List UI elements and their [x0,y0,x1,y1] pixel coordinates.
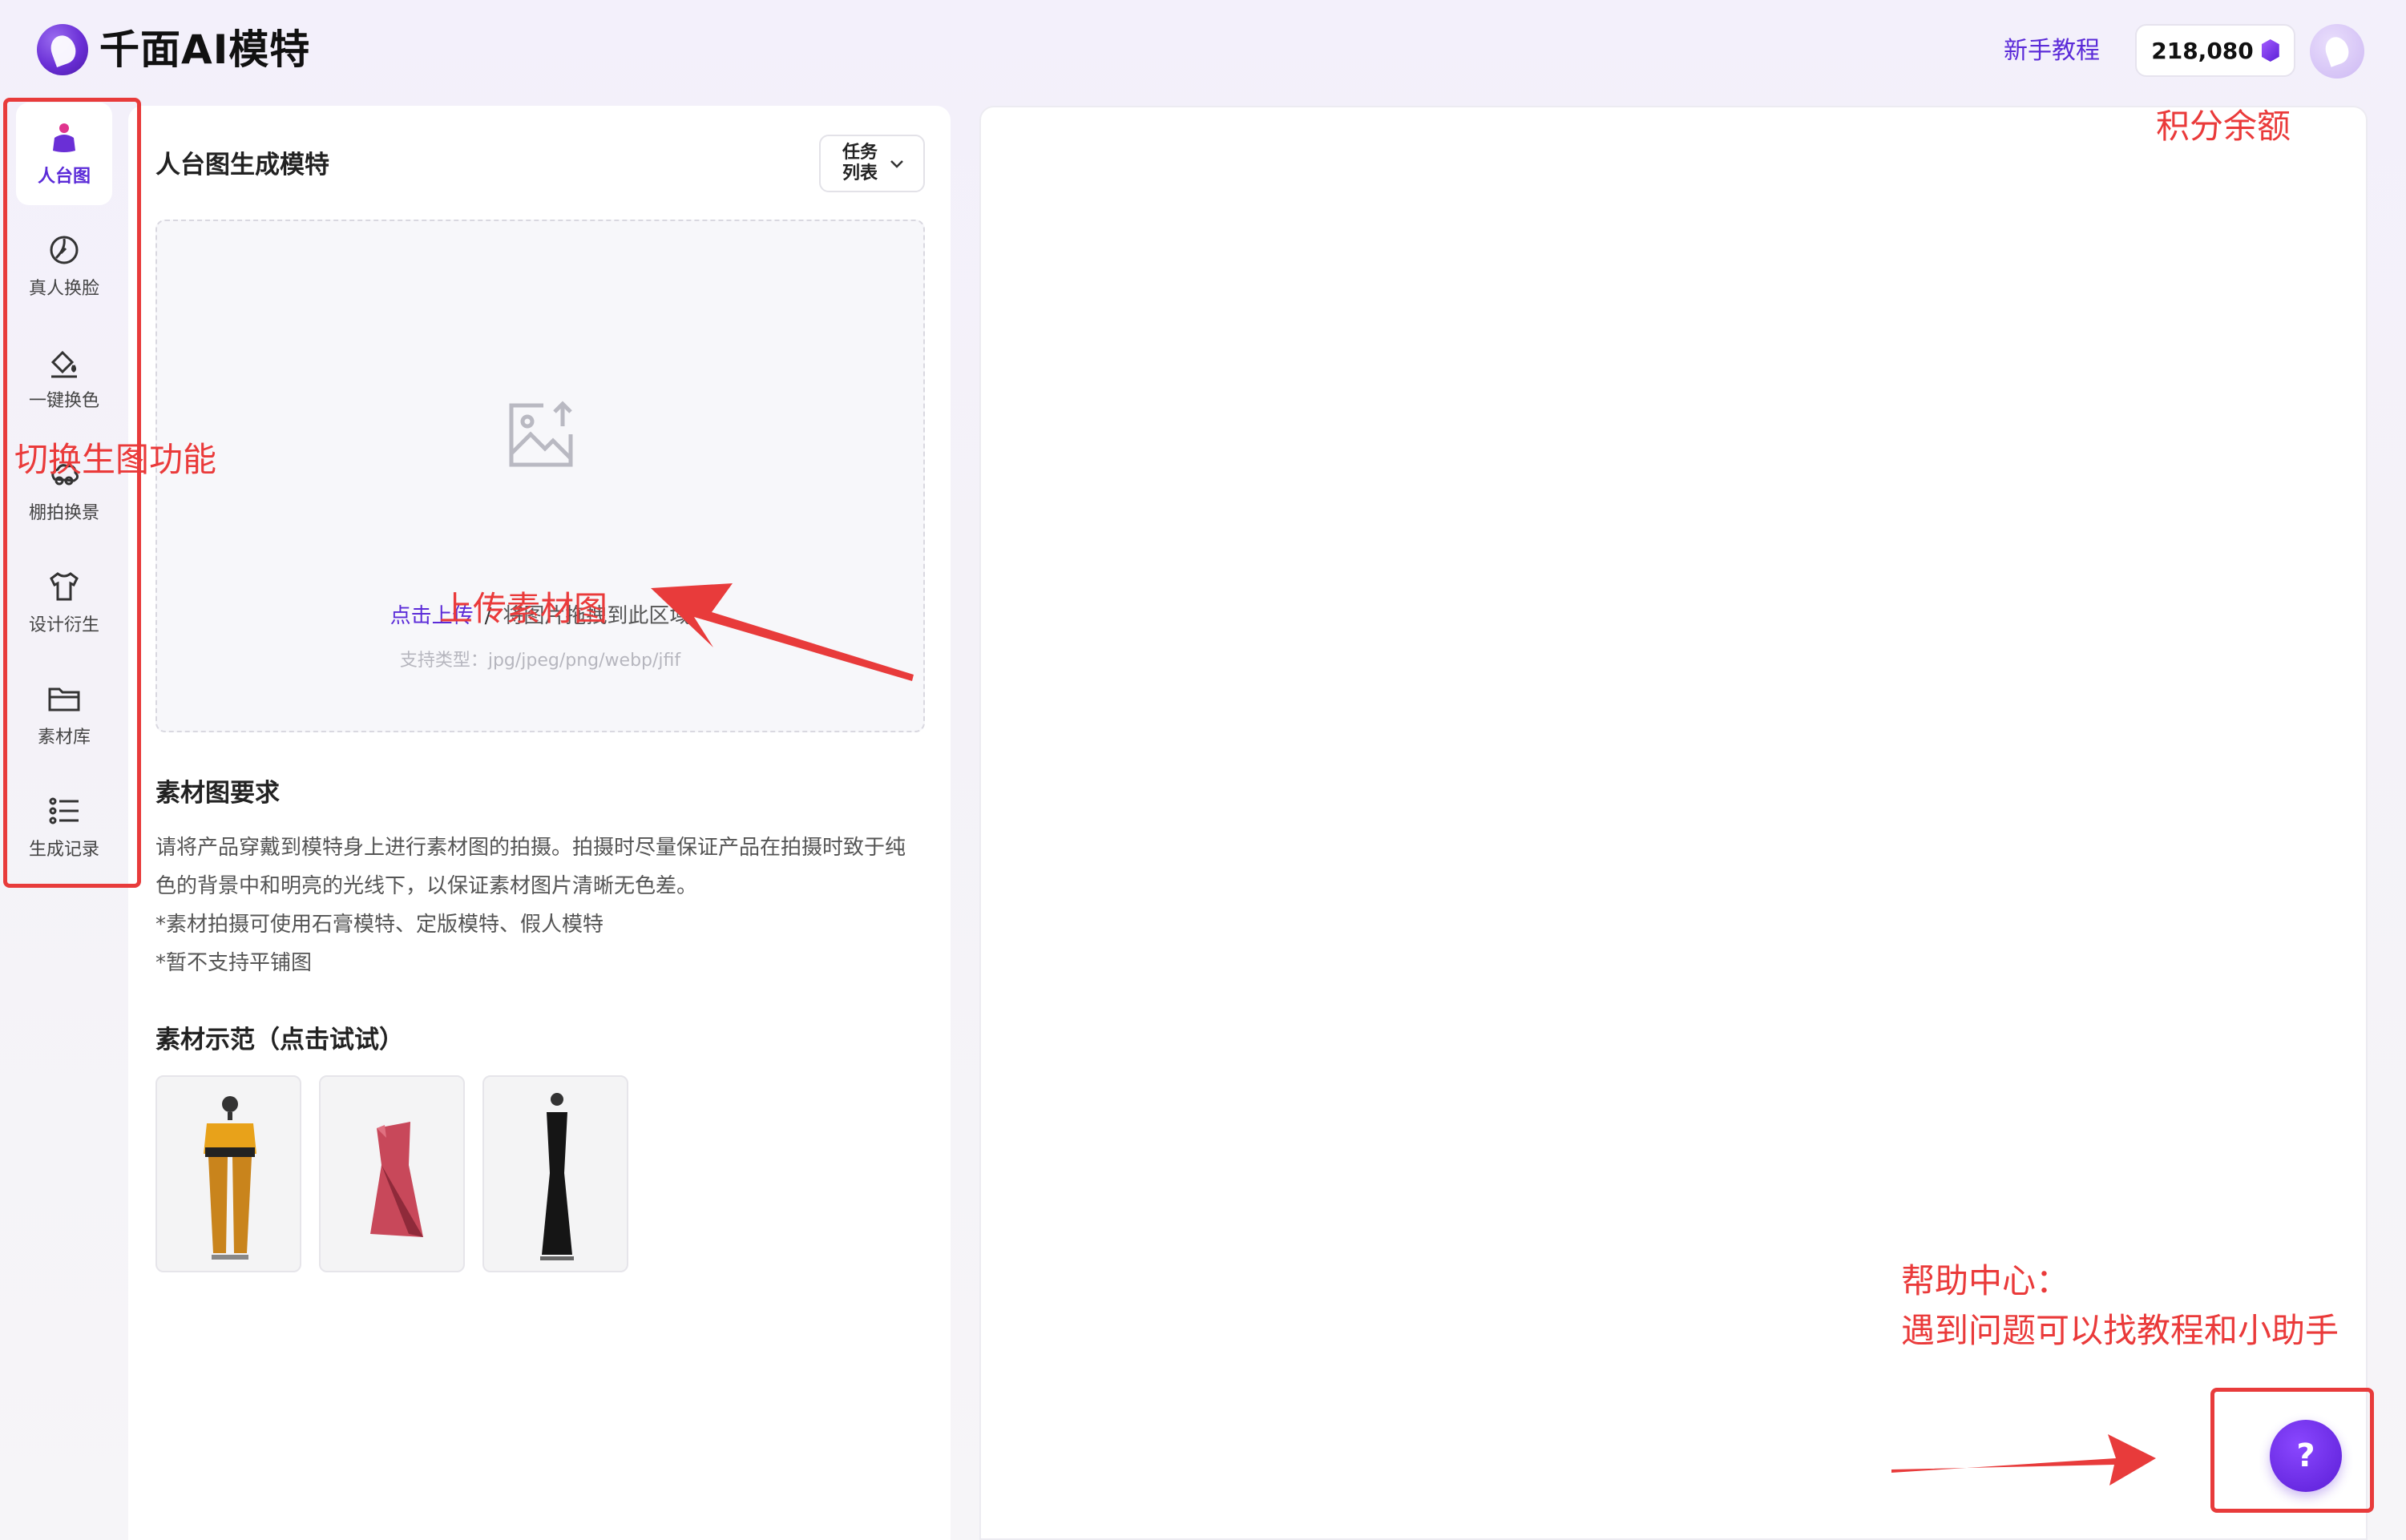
annotation-arrows [651,583,2156,1486]
arrow-to-help-icon [1891,1434,2156,1486]
arrow-to-upload-icon [651,583,914,681]
